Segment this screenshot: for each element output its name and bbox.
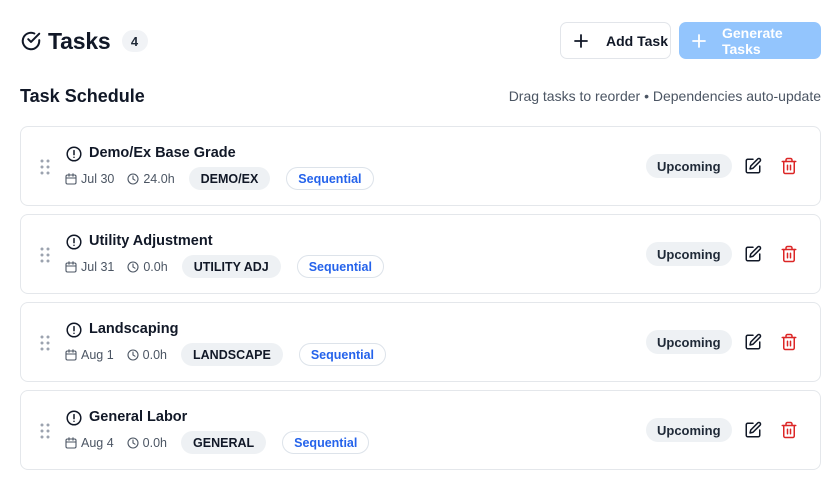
clock-icon bbox=[127, 260, 139, 273]
status-badge: Upcoming bbox=[646, 154, 732, 178]
dependency-badge: Sequential bbox=[296, 255, 384, 278]
task-name: Landscaping bbox=[89, 321, 179, 337]
alert-circle-icon bbox=[66, 410, 82, 426]
trash-icon[interactable] bbox=[780, 157, 798, 175]
trash-icon[interactable] bbox=[780, 333, 798, 351]
calendar-icon bbox=[65, 436, 77, 449]
grip-vertical-icon[interactable] bbox=[40, 247, 50, 263]
edit-icon[interactable] bbox=[744, 245, 762, 263]
task-date: Jul 30 bbox=[81, 171, 115, 186]
trash-icon[interactable] bbox=[780, 421, 798, 439]
task-count-badge: 4 bbox=[121, 30, 148, 52]
task-date: Jul 31 bbox=[81, 259, 115, 274]
schedule-header: Task Schedule Drag tasks to reorder • De… bbox=[20, 86, 821, 108]
task-duration: 24.0h bbox=[143, 171, 175, 186]
dependency-badge: Sequential bbox=[286, 167, 374, 190]
task-card[interactable]: Demo/Ex Base Grade Jul 30 24.0h DEMO/EX … bbox=[20, 126, 821, 206]
task-card[interactable]: General Labor Aug 4 0.0h GENERAL Sequent… bbox=[20, 390, 821, 470]
clock-icon bbox=[127, 172, 139, 185]
task-name: Utility Adjustment bbox=[89, 233, 213, 249]
plus-icon bbox=[692, 33, 706, 48]
status-badge: Upcoming bbox=[646, 418, 732, 442]
trash-icon[interactable] bbox=[780, 245, 798, 263]
task-code-badge: DEMO/EX bbox=[188, 167, 271, 190]
edit-icon[interactable] bbox=[744, 333, 762, 351]
task-card[interactable]: Utility Adjustment Jul 31 0.0h UTILITY A… bbox=[20, 214, 821, 294]
plus-icon bbox=[574, 33, 588, 48]
task-code-badge: UTILITY ADJ bbox=[181, 255, 281, 278]
task-name: General Labor bbox=[89, 409, 188, 425]
grip-vertical-icon[interactable] bbox=[40, 423, 50, 439]
status-badge: Upcoming bbox=[646, 242, 732, 266]
generate-tasks-label: Generate Tasks bbox=[722, 24, 783, 57]
alert-circle-icon bbox=[66, 146, 82, 162]
calendar-icon bbox=[65, 172, 77, 185]
dependency-badge: Sequential bbox=[282, 431, 370, 454]
add-task-label: Add Task bbox=[606, 32, 668, 49]
add-task-button[interactable]: Add Task bbox=[560, 22, 671, 59]
task-duration: 0.0h bbox=[142, 435, 168, 450]
task-date: Aug 1 bbox=[81, 347, 114, 362]
circle-check-icon bbox=[20, 30, 42, 52]
task-meta: Aug 4 0.0h GENERAL Sequential bbox=[65, 431, 370, 454]
task-card[interactable]: Landscaping Aug 1 0.0h LANDSCAPE Sequent… bbox=[20, 302, 821, 382]
page-title: Tasks bbox=[48, 27, 111, 54]
edit-icon[interactable] bbox=[744, 421, 762, 439]
section-title: Task Schedule bbox=[20, 86, 145, 106]
calendar-icon bbox=[65, 260, 77, 273]
generate-tasks-button[interactable]: Generate Tasks bbox=[679, 22, 821, 59]
calendar-icon bbox=[65, 348, 77, 361]
status-badge: Upcoming bbox=[646, 330, 732, 354]
title-group: Tasks 4 bbox=[20, 22, 148, 60]
task-meta: Jul 30 24.0h DEMO/EX Sequential bbox=[65, 167, 374, 190]
task-duration: 0.0h bbox=[142, 347, 168, 362]
alert-circle-icon bbox=[66, 234, 82, 250]
alert-circle-icon bbox=[66, 322, 82, 338]
task-date: Aug 4 bbox=[81, 435, 114, 450]
task-code-badge: GENERAL bbox=[181, 431, 267, 454]
grip-vertical-icon[interactable] bbox=[40, 335, 50, 351]
dependency-badge: Sequential bbox=[298, 343, 387, 366]
task-meta: Jul 31 0.0h UTILITY ADJ Sequential bbox=[65, 255, 384, 278]
clock-icon bbox=[127, 436, 139, 449]
clock-icon bbox=[127, 348, 139, 361]
task-code-badge: LANDSCAPE bbox=[181, 343, 283, 366]
reorder-hint: Drag tasks to reorder • Dependencies aut… bbox=[508, 88, 821, 104]
task-name: Demo/Ex Base Grade bbox=[89, 145, 236, 161]
page-header: Tasks 4 Add Task Generate Tasks bbox=[20, 22, 821, 60]
grip-vertical-icon[interactable] bbox=[40, 159, 50, 175]
task-duration: 0.0h bbox=[143, 259, 168, 274]
edit-icon[interactable] bbox=[744, 157, 762, 175]
task-meta: Aug 1 0.0h LANDSCAPE Sequential bbox=[65, 343, 387, 366]
